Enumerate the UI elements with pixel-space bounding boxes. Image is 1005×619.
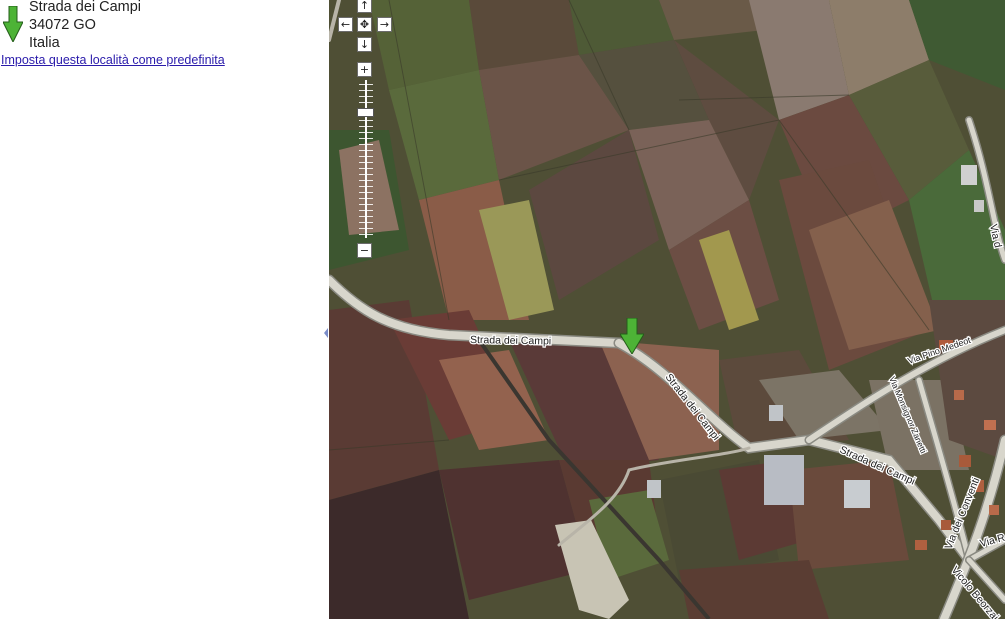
zoom-slider-tick: [359, 102, 373, 103]
zoom-slider-tick: [359, 216, 373, 217]
address-postal-line: 34072 GO: [29, 17, 96, 33]
address-block: Strada dei Campi 34072 GO Italia: [29, 0, 141, 52]
zoom-out-button[interactable]: −: [357, 243, 372, 258]
zoom-slider-tick: [359, 168, 373, 169]
zoom-slider-tick: [359, 96, 373, 97]
zoom-slider-tick: [359, 162, 373, 163]
road-label-strada-dei-campi-1: Strada dei Campi: [470, 334, 551, 347]
zoom-slider-tick: [359, 84, 373, 85]
pan-up-button[interactable]: ↑: [357, 0, 372, 13]
zoom-slider-tick: [359, 222, 373, 223]
zoom-slider-tick: [359, 150, 373, 151]
zoom-slider-tick: [359, 126, 373, 127]
zoom-slider-tick: [359, 204, 373, 205]
zoom-slider-track[interactable]: [365, 80, 367, 238]
zoom-slider-tick: [359, 210, 373, 211]
zoom-slider-tick: [359, 198, 373, 199]
zoom-slider-tick: [359, 228, 373, 229]
pan-center-button[interactable]: ✥: [357, 17, 372, 32]
location-pin-icon[interactable]: [620, 318, 644, 354]
zoom-slider-tick: [359, 192, 373, 193]
zoom-slider-tick: [359, 138, 373, 139]
address-street: Strada dei Campi: [29, 0, 142, 15]
set-default-location-link[interactable]: Imposta questa località come predefinita: [1, 53, 225, 67]
zoom-slider-tick: [359, 180, 373, 181]
sidebar: Strada dei Campi 34072 GO Italia Imposta…: [0, 0, 329, 619]
zoom-slider-tick: [359, 186, 373, 187]
zoom-slider-thumb[interactable]: [357, 108, 374, 117]
zoom-slider-tick: [359, 132, 373, 133]
location-marker-icon: [3, 6, 23, 42]
pan-left-button[interactable]: ←: [338, 17, 353, 32]
pan-down-button[interactable]: ↓: [357, 37, 372, 52]
map-imagery: Strada dei Campi Strada dei Campi Strada…: [329, 0, 1005, 619]
zoom-slider-tick: [359, 144, 373, 145]
zoom-slider-tick: [359, 156, 373, 157]
zoom-slider-tick: [359, 90, 373, 91]
zoom-slider-tick: [359, 174, 373, 175]
zoom-slider-tick: [359, 234, 373, 235]
zoom-slider-tick: [359, 120, 373, 121]
address-country: Italia: [29, 35, 60, 51]
pan-right-button[interactable]: →: [377, 17, 392, 32]
zoom-in-button[interactable]: +: [357, 62, 372, 77]
satellite-map[interactable]: Strada dei Campi Strada dei Campi Strada…: [329, 0, 1005, 619]
